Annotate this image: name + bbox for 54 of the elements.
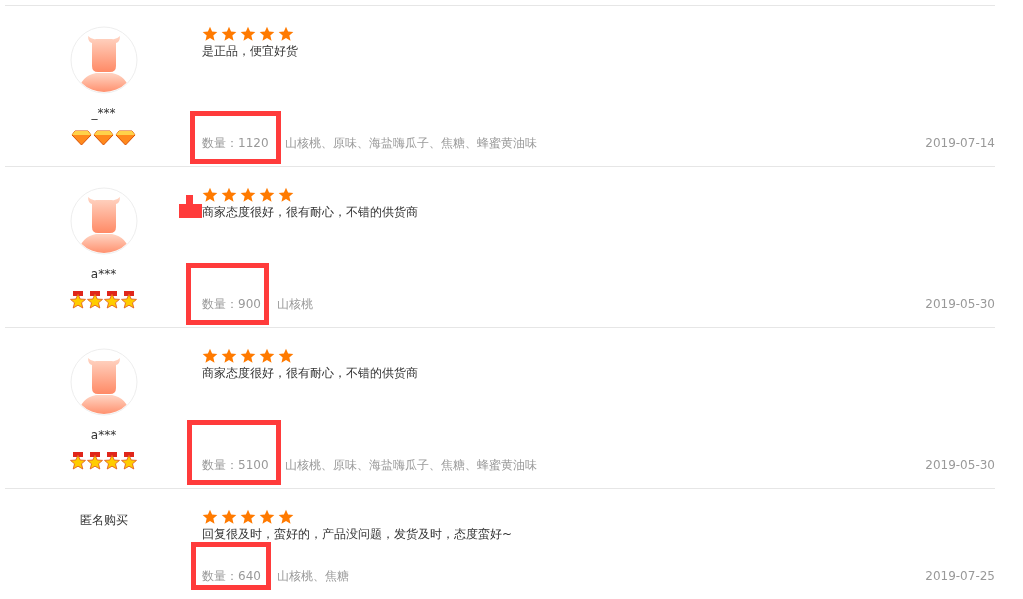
star-icon <box>278 187 294 203</box>
avatar-icon <box>69 348 138 416</box>
star-icon <box>221 26 237 42</box>
medal-icon <box>121 452 137 470</box>
user-name: a*** <box>90 428 117 442</box>
star-icon <box>259 187 275 203</box>
review-date: 2019-07-25 <box>925 568 995 584</box>
quantity-text: 数量：900 <box>202 296 261 312</box>
review-date: 2019-05-30 <box>925 296 995 312</box>
quantity-text: 数量：640 <box>202 568 261 584</box>
star-icon <box>202 187 218 203</box>
star-icon <box>259 26 275 42</box>
quantity-text: 数量：5100 <box>202 457 269 473</box>
user-name: 匿名购买 <box>79 513 128 527</box>
star-icon <box>240 187 256 203</box>
star-icon <box>259 509 275 525</box>
diamond-icon <box>71 130 92 146</box>
spec-text: 山核桃 <box>276 296 313 312</box>
diamond-icon <box>93 130 114 146</box>
review-comment: 商家态度很好，很有耐心，不错的供货商 <box>202 366 418 380</box>
spec-text: 山核桃、原味、海盐嗨瓜子、焦糖、蜂蜜黄油味 <box>284 135 537 151</box>
medal-icon <box>104 291 120 309</box>
diamond-icon <box>115 130 136 146</box>
review-date: 2019-07-14 <box>925 135 995 151</box>
star-icon <box>202 26 218 42</box>
avatar-icon <box>69 187 138 255</box>
spec-text: 山核桃、原味、海盐嗨瓜子、焦糖、蜂蜜黄油味 <box>284 457 537 473</box>
star-icon <box>221 509 237 525</box>
star-icon <box>278 348 294 364</box>
medal-icon <box>70 452 86 470</box>
medal-icon <box>104 452 120 470</box>
user-name: _*** <box>91 106 116 120</box>
star-icon <box>240 26 256 42</box>
medal-icon <box>121 291 137 309</box>
review-date: 2019-05-30 <box>925 457 995 473</box>
avatar-icon <box>69 26 138 94</box>
star-icon <box>202 509 218 525</box>
quantity-text: 数量：1120 <box>202 135 269 151</box>
review-comment: 是正品，便宜好货 <box>202 44 298 58</box>
medal-icon <box>87 291 103 309</box>
medal-icon <box>87 452 103 470</box>
star-icon <box>259 348 275 364</box>
review-comment: 回复很及时，蛮好的，产品没问题，发货及时，态度蛮好~ <box>202 527 513 541</box>
star-icon <box>278 509 294 525</box>
user-name: a*** <box>90 267 117 281</box>
star-icon <box>240 509 256 525</box>
review-comment: 商家态度很好，很有耐心，不错的供货商 <box>202 205 418 219</box>
medal-icon <box>70 291 86 309</box>
star-icon <box>221 187 237 203</box>
star-icon <box>240 348 256 364</box>
star-icon <box>202 348 218 364</box>
star-icon <box>221 348 237 364</box>
spec-text: 山核桃、焦糖 <box>276 568 349 584</box>
star-icon <box>278 26 294 42</box>
